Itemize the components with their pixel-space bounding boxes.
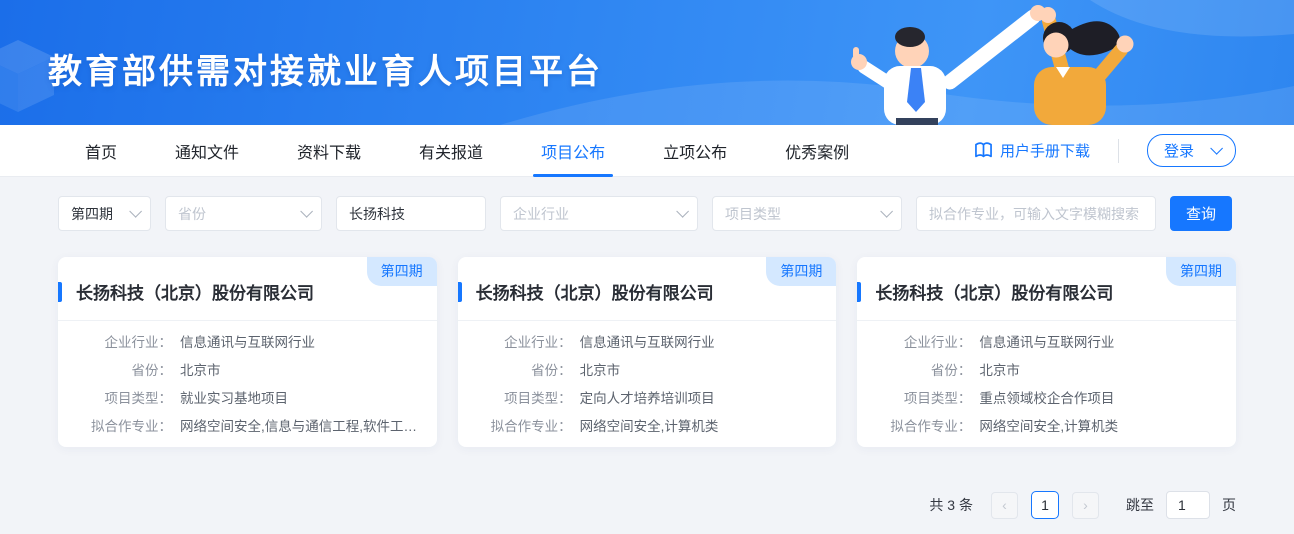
period-badge: 第四期 bbox=[766, 257, 836, 286]
project-card[interactable]: 第四期 长扬科技（北京）股份有限公司 企业行业： 信息通讯与互联网行业 省份： … bbox=[58, 257, 437, 447]
field-province: 省份： 北京市 bbox=[58, 361, 437, 380]
title-accent-bar bbox=[458, 282, 462, 302]
project-type-select[interactable]: 项目类型 bbox=[712, 196, 902, 231]
company-name-input[interactable] bbox=[336, 196, 486, 231]
chevron-down-icon bbox=[1210, 142, 1223, 155]
nav-item-project-publish[interactable]: 项目公布 bbox=[541, 125, 605, 177]
project-type-select-placeholder: 项目类型 bbox=[725, 204, 781, 224]
field-value: 北京市 bbox=[180, 361, 221, 380]
filter-bar: 第四期 省份 企业行业 项目类型 查询 bbox=[58, 196, 1236, 231]
field-majors: 拟合作专业： 网络空间安全,信息与通信工程,软件工… bbox=[58, 417, 437, 436]
login-button[interactable]: 登录 bbox=[1147, 134, 1236, 167]
field-value: 重点领域校企合作项目 bbox=[979, 389, 1114, 408]
field-majors: 拟合作专业： 网络空间安全,计算机类 bbox=[857, 417, 1236, 436]
chevron-down-icon bbox=[880, 205, 893, 218]
company-title[interactable]: 长扬科技（北京）股份有限公司 bbox=[476, 279, 714, 304]
province-select[interactable]: 省份 bbox=[165, 196, 322, 231]
field-label: 企业行业： bbox=[76, 333, 172, 352]
login-label: 登录 bbox=[1164, 140, 1194, 161]
field-majors: 拟合作专业： 网络空间安全,计算机类 bbox=[458, 417, 837, 436]
field-project-type: 项目类型： 定向人才培养培训项目 bbox=[458, 389, 837, 408]
card-divider bbox=[458, 320, 837, 321]
field-label: 省份： bbox=[476, 361, 572, 380]
field-value: 北京市 bbox=[580, 361, 621, 380]
book-icon bbox=[974, 142, 993, 159]
chevron-down-icon bbox=[676, 205, 689, 218]
search-button[interactable]: 查询 bbox=[1170, 196, 1232, 231]
card-divider bbox=[58, 320, 437, 321]
nav-item-reports[interactable]: 有关报道 bbox=[419, 125, 483, 177]
title-accent-bar bbox=[857, 282, 861, 302]
field-value: 信息通讯与互联网行业 bbox=[580, 333, 715, 352]
field-industry: 企业行业： 信息通讯与互联网行业 bbox=[58, 333, 437, 352]
field-value: 网络空间安全,信息与通信工程,软件工… bbox=[180, 417, 417, 436]
field-label: 项目类型： bbox=[76, 389, 172, 408]
chevron-down-icon bbox=[129, 205, 142, 218]
content-area: 第四期 省份 企业行业 项目类型 查询 第四期 长扬科技（北京）股份有限公司 bbox=[0, 177, 1294, 519]
page-title: 教育部供需对接就业育人项目平台 bbox=[48, 44, 603, 93]
province-select-placeholder: 省份 bbox=[178, 204, 206, 224]
nav-item-notices[interactable]: 通知文件 bbox=[175, 125, 239, 177]
period-select[interactable]: 第四期 bbox=[58, 196, 151, 231]
industry-select-placeholder: 企业行业 bbox=[513, 204, 569, 224]
main-nav: 首页 通知文件 资料下载 有关报道 项目公布 立项公布 优秀案例 用户手册下载 … bbox=[0, 125, 1294, 177]
nav-item-cases[interactable]: 优秀案例 bbox=[785, 125, 849, 177]
field-industry: 企业行业： 信息通讯与互联网行业 bbox=[857, 333, 1236, 352]
nav-item-home[interactable]: 首页 bbox=[85, 125, 117, 177]
nav-item-downloads[interactable]: 资料下载 bbox=[297, 125, 361, 177]
project-card[interactable]: 第四期 长扬科技（北京）股份有限公司 企业行业： 信息通讯与互联网行业 省份： … bbox=[857, 257, 1236, 447]
chevron-down-icon bbox=[300, 205, 313, 218]
field-province: 省份： 北京市 bbox=[857, 361, 1236, 380]
title-accent-bar bbox=[58, 282, 62, 302]
nav-divider bbox=[1118, 139, 1119, 163]
field-industry: 企业行业： 信息通讯与互联网行业 bbox=[458, 333, 837, 352]
field-value: 网络空间安全,计算机类 bbox=[979, 417, 1118, 436]
major-search-input[interactable] bbox=[916, 196, 1156, 231]
project-card-list: 第四期 长扬科技（北京）股份有限公司 企业行业： 信息通讯与互联网行业 省份： … bbox=[58, 257, 1236, 447]
field-value: 就业实习基地项目 bbox=[180, 389, 288, 408]
project-card[interactable]: 第四期 长扬科技（北京）股份有限公司 企业行业： 信息通讯与互联网行业 省份： … bbox=[458, 257, 837, 447]
pagination: 共 3 条 ‹ 1 › 跳至 页 bbox=[58, 491, 1236, 519]
field-value: 北京市 bbox=[979, 361, 1020, 380]
field-province: 省份： 北京市 bbox=[458, 361, 837, 380]
jump-page-input[interactable] bbox=[1166, 491, 1210, 519]
user-manual-download-link[interactable]: 用户手册下载 bbox=[974, 140, 1090, 161]
cube-decor bbox=[0, 40, 54, 112]
field-label: 省份： bbox=[76, 361, 172, 380]
field-project-type: 项目类型： 重点领域校企合作项目 bbox=[857, 389, 1236, 408]
company-title[interactable]: 长扬科技（北京）股份有限公司 bbox=[875, 279, 1113, 304]
header-banner: 教育部供需对接就业育人项目平台 bbox=[0, 0, 1294, 125]
field-value: 信息通讯与互联网行业 bbox=[180, 333, 315, 352]
page-suffix-label: 页 bbox=[1222, 495, 1236, 515]
jump-to-label: 跳至 bbox=[1126, 495, 1154, 515]
field-label: 省份： bbox=[875, 361, 971, 380]
field-label: 项目类型： bbox=[875, 389, 971, 408]
period-select-value: 第四期 bbox=[71, 204, 113, 224]
field-value: 定向人才培养培训项目 bbox=[580, 389, 715, 408]
manual-link-label: 用户手册下载 bbox=[1000, 140, 1090, 161]
field-project-type: 项目类型： 就业实习基地项目 bbox=[58, 389, 437, 408]
field-label: 企业行业： bbox=[476, 333, 572, 352]
card-divider bbox=[857, 320, 1236, 321]
company-title[interactable]: 长扬科技（北京）股份有限公司 bbox=[76, 279, 314, 304]
field-value: 网络空间安全,计算机类 bbox=[580, 417, 719, 436]
field-label: 拟合作专业： bbox=[476, 417, 572, 436]
field-label: 拟合作专业： bbox=[875, 417, 971, 436]
field-label: 企业行业： bbox=[875, 333, 971, 352]
high-five-illustration bbox=[812, 0, 1142, 125]
field-label: 项目类型： bbox=[476, 389, 572, 408]
prev-page-button[interactable]: ‹ bbox=[991, 492, 1018, 519]
nav-item-approval-publish[interactable]: 立项公布 bbox=[663, 125, 727, 177]
field-value: 信息通讯与互联网行业 bbox=[979, 333, 1114, 352]
current-page-button[interactable]: 1 bbox=[1031, 491, 1059, 519]
next-page-button[interactable]: › bbox=[1072, 492, 1099, 519]
period-badge: 第四期 bbox=[1166, 257, 1236, 286]
field-label: 拟合作专业： bbox=[76, 417, 172, 436]
industry-select[interactable]: 企业行业 bbox=[500, 196, 698, 231]
total-count: 共 3 条 bbox=[929, 495, 973, 515]
period-badge: 第四期 bbox=[367, 257, 437, 286]
